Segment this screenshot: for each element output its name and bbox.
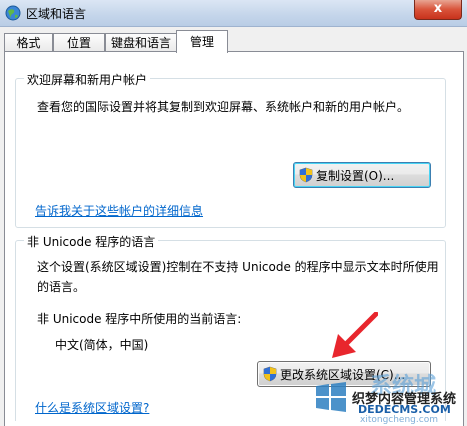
uac-shield-icon (263, 366, 277, 382)
accounts-info-link[interactable]: 告诉我关于这些帐户的详细信息 (35, 202, 203, 219)
welcome-description: 查看您的国际设置并将其复制到欢迎屏幕、系统帐户和新的用户帐户。 (37, 100, 410, 114)
close-button[interactable]: x (414, 0, 462, 20)
tab-administrative[interactable]: 管理 (176, 30, 228, 53)
copy-settings-label: 复制设置(O)... (316, 168, 395, 183)
unicode-description-line2: 的语言。 (37, 280, 86, 294)
windows-logo-icon (316, 382, 346, 412)
system-locale-help-link[interactable]: 什么是系统区域设置? (35, 399, 149, 416)
annotation-arrow-icon (332, 312, 378, 358)
welcome-group-legend: 欢迎屏幕和新用户帐户 (24, 71, 151, 88)
uac-shield-icon (299, 167, 313, 183)
copy-settings-button[interactable]: 复制设置(O)... (293, 162, 431, 188)
tab-formats[interactable]: 格式 (4, 33, 53, 52)
current-language-label: 非 Unicode 程序中所使用的当前语言: (37, 312, 242, 326)
watermark-site: xitongcheng.com (360, 415, 438, 425)
unicode-group-legend: 非 Unicode 程序的语言 (24, 233, 159, 250)
window-title: 区域和语言 (26, 7, 87, 21)
watermark: 系统城 织梦内容管理系统 DEDECMS.COM xitongcheng.com (300, 370, 467, 425)
tab-location[interactable]: 位置 (53, 33, 105, 52)
globe-icon (5, 5, 21, 21)
unicode-description-line1: 这个设置(系统区域设置)控制在不支持 Unicode 的程序中显示文本时所使用 (37, 260, 439, 274)
current-language-value: 中文(简体，中国) (55, 338, 149, 352)
title-bar: 区域和语言 x (0, 0, 467, 27)
tab-keyboards[interactable]: 键盘和语言 (105, 33, 177, 52)
